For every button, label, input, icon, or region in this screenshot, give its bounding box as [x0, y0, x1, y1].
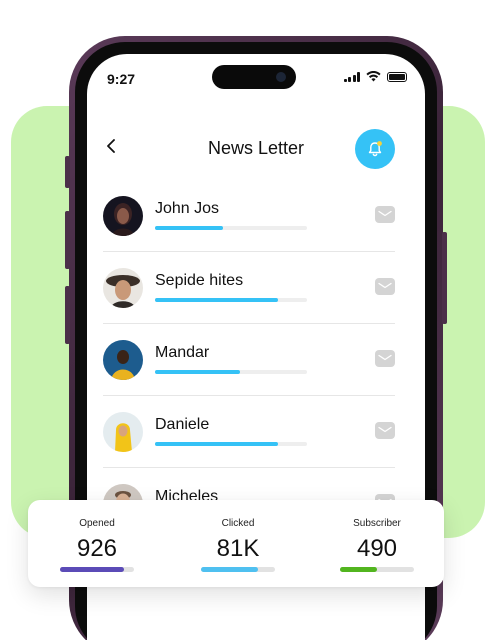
subscriber-name: Sepide hites: [155, 272, 244, 289]
stat-value: 81K: [216, 535, 260, 562]
progress-track: [155, 442, 307, 446]
stat-progress-fill: [340, 567, 377, 572]
progress-fill: [155, 298, 279, 302]
avatar: [103, 196, 143, 236]
avatar: [103, 268, 143, 308]
stat-label: Opened: [79, 518, 115, 529]
status-time: 9:27: [107, 71, 136, 87]
list-item[interactable]: John Jos: [103, 180, 395, 252]
subscriber-list: John Jos Sepide hites Mandar Daniele Mic…: [103, 180, 395, 540]
subscriber-name: John Jos: [155, 200, 220, 217]
stat-progress-track: [340, 567, 414, 572]
status-bar: 9:27: [87, 54, 425, 100]
avatar: [103, 412, 143, 452]
stat-value: 926: [76, 535, 118, 562]
battery-icon: [387, 71, 407, 82]
mail-icon[interactable]: [375, 278, 395, 295]
phone-volume-down-button: [65, 286, 70, 344]
signal-icon: [343, 71, 360, 82]
stat-label: Clicked: [221, 518, 255, 529]
phone-mute-switch: [65, 156, 70, 188]
progress-track: [155, 226, 307, 230]
status-icons: [343, 71, 407, 82]
avatar: [103, 340, 143, 380]
phone-power-button: [442, 232, 447, 324]
list-item[interactable]: Mandar: [103, 324, 395, 396]
stat-progress-fill: [60, 567, 124, 572]
subscriber-name: Daniele: [155, 416, 210, 433]
stat-progress-track: [60, 567, 134, 572]
stats-card: Opened 926 Clicked 81K Subscriber 490: [28, 500, 444, 587]
progress-fill: [155, 442, 279, 446]
stat-value: 490: [356, 535, 398, 562]
wifi-icon: [366, 71, 381, 82]
dynamic-island: [212, 65, 296, 89]
stat-progress-track: [201, 567, 275, 572]
list-item[interactable]: Daniele: [103, 396, 395, 468]
mail-icon[interactable]: [375, 422, 395, 439]
progress-fill: [155, 226, 224, 230]
progress-track: [155, 298, 307, 302]
camera-icon: [276, 72, 286, 82]
stat-label: Subscriber: [353, 518, 401, 529]
bell-icon: [368, 141, 382, 157]
progress-track: [155, 370, 307, 374]
mail-icon[interactable]: [375, 350, 395, 367]
stat-progress-fill: [201, 567, 258, 572]
mail-icon[interactable]: [375, 206, 395, 223]
app-header: News Letter: [87, 124, 425, 169]
list-item[interactable]: Sepide hites: [103, 252, 395, 324]
subscriber-name: Mandar: [155, 344, 210, 361]
phone-volume-up-button: [65, 211, 70, 269]
progress-fill: [155, 370, 241, 374]
notification-button[interactable]: [355, 129, 395, 169]
